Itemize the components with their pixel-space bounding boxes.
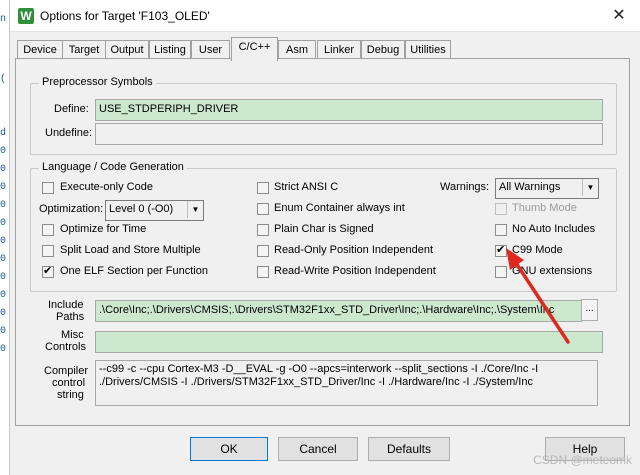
bg-glyph: 0 bbox=[0, 254, 7, 265]
compiler-string-label-2: control bbox=[52, 377, 86, 389]
optimization-value: Level 0 (-O0) bbox=[109, 203, 174, 215]
include-paths-browse-button[interactable]: ... bbox=[581, 299, 598, 321]
background-editor-strip: n ( d 0 0 0 0 0 0 0 0 0 0 0 0 bbox=[0, 0, 10, 475]
bg-glyph: 0 bbox=[0, 326, 7, 337]
include-paths-input[interactable]: .\Core\Inc;.\Drivers\CMSIS;.\Drivers\STM… bbox=[95, 300, 582, 322]
ro-position-checkbox[interactable] bbox=[257, 245, 269, 257]
c99-mode-checkbox[interactable] bbox=[495, 243, 507, 257]
tab-listing[interactable]: Listing bbox=[149, 40, 191, 60]
undefine-input[interactable] bbox=[95, 123, 603, 145]
tab-linker[interactable]: Linker bbox=[317, 40, 361, 60]
tab-asm[interactable]: Asm bbox=[278, 40, 316, 60]
include-paths-label-2: Paths bbox=[56, 311, 85, 323]
plain-char-label: Plain Char is Signed bbox=[274, 223, 374, 235]
ro-position-label: Read-Only Position Independent bbox=[274, 244, 433, 256]
optimization-select[interactable]: Level 0 (-O0) ▼ bbox=[105, 200, 204, 221]
bg-glyph: 0 bbox=[0, 182, 7, 193]
bg-glyph: 0 bbox=[0, 290, 7, 301]
bg-glyph: 0 bbox=[0, 146, 7, 157]
execute-only-checkbox[interactable] bbox=[42, 182, 54, 194]
include-paths-label-1: Include bbox=[48, 299, 84, 311]
warnings-select[interactable]: All Warnings ▼ bbox=[495, 178, 599, 199]
enum-container-label: Enum Container always int bbox=[274, 202, 405, 214]
codegen-group-title: Language / Code Generation bbox=[39, 161, 187, 173]
misc-controls-input[interactable] bbox=[95, 331, 603, 353]
gnu-extensions-label: GNU extensions bbox=[512, 265, 593, 277]
bg-glyph: 0 bbox=[0, 272, 7, 283]
tab-target[interactable]: Target bbox=[62, 40, 106, 60]
one-elf-checkbox[interactable] bbox=[42, 264, 54, 278]
misc-controls-label-2: Controls bbox=[45, 341, 86, 353]
close-button[interactable]: ✕ bbox=[608, 6, 630, 26]
misc-controls-label-1: Misc bbox=[61, 329, 84, 341]
one-elf-label: One ELF Section per Function bbox=[60, 265, 208, 277]
enum-container-checkbox[interactable] bbox=[257, 203, 269, 215]
tab-utilities[interactable]: Utilities bbox=[405, 40, 451, 60]
ok-button[interactable]: OK bbox=[190, 437, 268, 461]
tab-c-cpp[interactable]: C/C++ bbox=[231, 37, 278, 61]
dialog-title-bar[interactable]: W Options for Target 'F103_OLED' ✕ bbox=[10, 0, 640, 32]
cancel-button[interactable]: Cancel bbox=[278, 437, 358, 461]
preprocessor-symbols-group: Preprocessor Symbols Define: USE_STDPERI… bbox=[30, 76, 617, 155]
strict-ansi-label: Strict ANSI C bbox=[274, 181, 339, 193]
gnu-extensions-checkbox[interactable] bbox=[495, 266, 507, 278]
plain-char-checkbox[interactable] bbox=[257, 224, 269, 236]
chevron-down-icon: ▼ bbox=[582, 179, 598, 196]
bg-glyph: 0 bbox=[0, 200, 7, 211]
rw-position-checkbox[interactable] bbox=[257, 266, 269, 278]
split-load-checkbox[interactable] bbox=[42, 245, 54, 257]
c99-mode-label: C99 Mode bbox=[512, 244, 563, 256]
split-load-label: Split Load and Store Multiple bbox=[60, 244, 201, 256]
compiler-string-label-3: string bbox=[57, 389, 84, 401]
bg-glyph: 0 bbox=[0, 164, 7, 175]
tab-output[interactable]: Output bbox=[105, 40, 149, 60]
warnings-label: Warnings: bbox=[440, 181, 490, 193]
compiler-control-string-box[interactable]: --c99 -c --cpu Cortex-M3 -D__EVAL -g -O0… bbox=[95, 360, 598, 406]
strict-ansi-checkbox[interactable] bbox=[257, 182, 269, 194]
thumb-mode-label: Thumb Mode bbox=[512, 202, 577, 214]
chevron-down-icon: ▼ bbox=[187, 201, 203, 218]
dialog-title: Options for Target 'F103_OLED' bbox=[40, 9, 210, 23]
tab-panel-c-cpp: Preprocessor Symbols Define: USE_STDPERI… bbox=[15, 58, 630, 426]
preprocessor-group-title: Preprocessor Symbols bbox=[39, 76, 156, 88]
undefine-label: Undefine: bbox=[45, 127, 93, 139]
define-input[interactable]: USE_STDPERIPH_DRIVER bbox=[95, 99, 603, 121]
keil-app-icon: W bbox=[18, 8, 34, 24]
bg-glyph: 0 bbox=[0, 308, 7, 319]
tab-device[interactable]: Device bbox=[17, 40, 63, 60]
tab-user[interactable]: User bbox=[191, 40, 230, 60]
bg-glyph: 0 bbox=[0, 218, 7, 229]
bg-glyph: 0 bbox=[0, 344, 7, 355]
optimize-time-checkbox[interactable] bbox=[42, 224, 54, 236]
bg-glyph: 0 bbox=[0, 236, 7, 247]
defaults-button[interactable]: Defaults bbox=[368, 437, 450, 461]
thumb-mode-checkbox bbox=[495, 203, 507, 215]
tab-debug[interactable]: Debug bbox=[361, 40, 405, 60]
optimize-time-label: Optimize for Time bbox=[60, 223, 147, 235]
language-code-generation-group: Language / Code Generation Execute-only … bbox=[30, 161, 617, 292]
rw-position-label: Read-Write Position Independent bbox=[274, 265, 436, 277]
warnings-value: All Warnings bbox=[499, 181, 561, 193]
compiler-string-label-1: Compiler bbox=[44, 365, 89, 377]
execute-only-label: Execute-only Code bbox=[60, 181, 153, 193]
bg-glyph: d bbox=[0, 128, 7, 139]
compiler-string-line-2: ./Drivers/CMSIS -I ./Drivers/STM32F1xx_S… bbox=[99, 376, 533, 388]
csdn-watermark: CSDN @meteomk bbox=[533, 453, 632, 467]
no-auto-includes-label: No Auto Includes bbox=[512, 223, 596, 235]
compiler-string-line-1: --c99 -c --cpu Cortex-M3 -D__EVAL -g -O0… bbox=[99, 363, 539, 375]
no-auto-includes-checkbox[interactable] bbox=[495, 224, 507, 236]
bg-glyph: n bbox=[0, 14, 7, 25]
bg-glyph: ( bbox=[0, 74, 7, 85]
optimization-label: Optimization: bbox=[39, 203, 104, 215]
define-label: Define: bbox=[54, 103, 89, 115]
